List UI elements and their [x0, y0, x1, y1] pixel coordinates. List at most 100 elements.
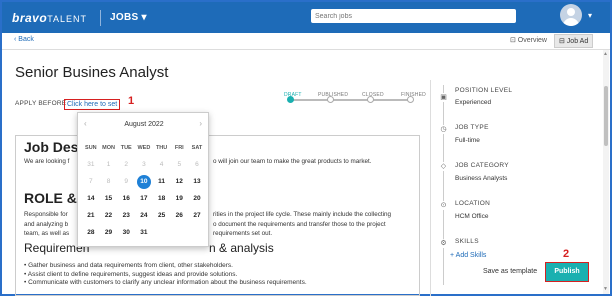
calendar-day[interactable]: 19 [170, 192, 188, 206]
heading-requirements-right: n & analysis [209, 241, 274, 255]
jobs-menu-label: JOBS [110, 12, 139, 23]
location-pin-icon: ⊙ [439, 201, 448, 210]
status-step-published-dot [327, 96, 334, 103]
calendar-month-title: August 2022 [124, 121, 164, 128]
apply-before-label: APPLY BEFORE [15, 100, 67, 107]
status-progress-track [290, 99, 412, 101]
calendar-day[interactable]: 18 [153, 192, 171, 206]
annotation-marker-1: 1 [128, 95, 135, 107]
scroll-up-icon[interactable]: ▲ [603, 51, 608, 57]
para1-right: o will join our team to make the great p… [213, 158, 372, 165]
job-category-label: JOB CATEGORY [455, 162, 509, 169]
tag-icon: ◇ [439, 162, 448, 171]
calendar-day[interactable]: 11 [153, 175, 171, 189]
calendar-day[interactable]: 25 [153, 209, 171, 223]
brand-logo[interactable]: bravoTALENT [12, 11, 87, 25]
sidebar-timeline [443, 85, 444, 285]
avatar-chevron-down-icon[interactable]: ▾ [588, 11, 592, 20]
para2-line2-left: and analyzing b [24, 220, 69, 228]
logo-talent: TALENT [47, 14, 88, 24]
job-type-label: JOB TYPE [455, 124, 489, 131]
weekday-header: TUE [120, 145, 132, 151]
status-step-finished-dot [407, 96, 414, 103]
logo-brand: bravo [12, 11, 48, 25]
calendar-day[interactable]: 21 [82, 209, 100, 223]
chevron-down-icon: ▾ [141, 12, 147, 23]
set-apply-date-link[interactable]: Click here to set [64, 99, 121, 110]
calendar-day[interactable]: 13 [188, 175, 206, 189]
para2-line1-left: Responsible for [24, 211, 68, 218]
heading-job-description: Job Des [24, 139, 79, 155]
requirements-list: Gather business and data requirements fr… [24, 262, 307, 288]
calendar-day[interactable]: 27 [188, 209, 206, 223]
nav-divider [100, 10, 101, 26]
scrollbar-thumb[interactable] [604, 86, 608, 146]
next-month-icon[interactable]: › [199, 119, 202, 128]
calendar-grid: SUN MON TUE WED THU FRI SAT 31 1 2 3 4 5 6 7 8 9 10 11 12 13… [82, 141, 206, 240]
search-input[interactable] [311, 9, 516, 23]
calendar-day[interactable]: 6 [188, 158, 206, 172]
tab-job-ad[interactable]: ⊟ Job Ad [554, 34, 594, 48]
calendar-day[interactable]: 14 [82, 192, 100, 206]
calendar-day[interactable]: 20 [188, 192, 206, 206]
calendar-day[interactable]: 29 [100, 226, 118, 240]
avatar[interactable] [560, 4, 582, 26]
back-link[interactable]: ‹ Back [14, 36, 34, 43]
save-as-template-button[interactable]: Save as template [483, 268, 537, 275]
calendar-day[interactable]: 2 [117, 158, 135, 172]
tab-overview[interactable]: ⊡ Overview [507, 34, 550, 48]
skills-icon: ⚙ [439, 239, 448, 248]
publish-button[interactable]: Publish [545, 262, 589, 282]
skills-label: SKILLS [455, 238, 479, 245]
calendar-day[interactable]: 17 [135, 192, 153, 206]
para1-left: We are looking f [24, 158, 70, 165]
jobs-menu[interactable]: JOBS ▾ [110, 12, 147, 23]
calendar-day[interactable]: 22 [100, 209, 118, 223]
calendar-day[interactable]: 16 [117, 192, 135, 206]
weekday-header: WED [137, 145, 151, 151]
top-navbar: bravoTALENT JOBS ▾ [2, 2, 610, 33]
para2-line2-right: o document the requirements and transfer… [213, 220, 386, 228]
para2-line1-right: rities in the project life cycle. These … [213, 211, 392, 218]
sidebar-divider [430, 80, 431, 296]
calendar-day[interactable]: 23 [117, 209, 135, 223]
calendar-day[interactable]: 24 [135, 209, 153, 223]
list-item: Gather business and data requirements fr… [24, 262, 307, 271]
calendar-empty-cell [188, 226, 206, 240]
calendar-day[interactable]: 4 [153, 158, 171, 172]
calendar-day[interactable]: 31 [135, 226, 153, 240]
job-type-value[interactable]: Full-time [455, 137, 480, 144]
position-level-value[interactable]: Experienced [455, 99, 491, 106]
calendar-day[interactable]: 12 [170, 175, 188, 189]
user-head-icon [567, 8, 575, 16]
list-item: Communicate with customers to clarify an… [24, 279, 307, 288]
scroll-down-icon[interactable]: ▼ [603, 286, 608, 292]
weekday-header: FRI [174, 145, 184, 151]
weekday-header: SUN [85, 145, 97, 151]
add-skills-button[interactable]: + Add Skills [450, 252, 486, 259]
calendar-day[interactable]: 5 [170, 158, 188, 172]
calendar-day[interactable]: 30 [117, 226, 135, 240]
calendar-day[interactable]: 9 [117, 175, 135, 189]
calendar-day-selected[interactable]: 10 [136, 175, 151, 189]
location-value[interactable]: HCM Office [455, 213, 488, 220]
user-body-icon [563, 18, 579, 26]
calendar-day[interactable]: 10 [135, 175, 153, 189]
para2-line3-left: team, as well as [24, 230, 70, 237]
job-category-value[interactable]: Business Analysts [455, 175, 507, 182]
calendar-day[interactable]: 31 [82, 158, 100, 172]
page-title: Senior Busines Analyst [15, 64, 169, 81]
calendar-day[interactable]: 28 [82, 226, 100, 240]
calendar-day[interactable]: 1 [100, 158, 118, 172]
calendar-day[interactable]: 8 [100, 175, 118, 189]
calendar-day[interactable]: 3 [135, 158, 153, 172]
calendar-day[interactable]: 7 [82, 175, 100, 189]
weekday-header: THU [155, 145, 168, 151]
heading-role: ROLE & [24, 190, 77, 206]
date-picker-popup: ‹ August 2022 › SUN MON TUE WED THU FRI SAT 31 1… [77, 112, 209, 247]
status-step-draft-dot [287, 96, 294, 103]
calendar-day[interactable]: 26 [170, 209, 188, 223]
calendar-day[interactable]: 15 [100, 192, 118, 206]
weekday-header: SAT [191, 145, 203, 151]
status-step-closed-dot [367, 96, 374, 103]
